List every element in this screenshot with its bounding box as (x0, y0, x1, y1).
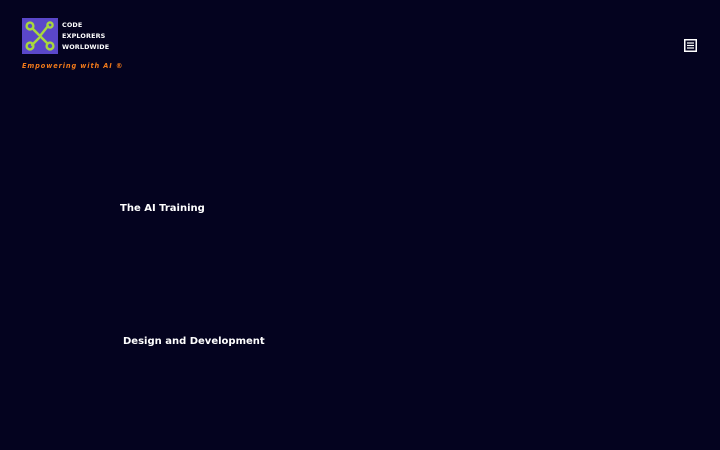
menu-icon (684, 39, 697, 52)
page: CODE EXPLORERS WORLDWIDE Empowering with… (0, 0, 720, 450)
section-title-ai-training: The AI Training (120, 203, 205, 214)
brand-name-line: EXPLORERS (62, 31, 106, 40)
brand-name[interactable]: CODE EXPLORERS WORLDWIDE (62, 20, 109, 52)
brand-name-line: WORLDWIDE (62, 42, 110, 51)
circuit-nodes-icon[interactable] (22, 18, 58, 54)
menu-button[interactable] (684, 39, 697, 52)
logo-svg (22, 18, 58, 54)
brand-tagline: Empowering with AI ® (22, 62, 124, 70)
section-title-design-development: Design and Development (123, 336, 265, 347)
brand-name-line: CODE (62, 21, 83, 29)
